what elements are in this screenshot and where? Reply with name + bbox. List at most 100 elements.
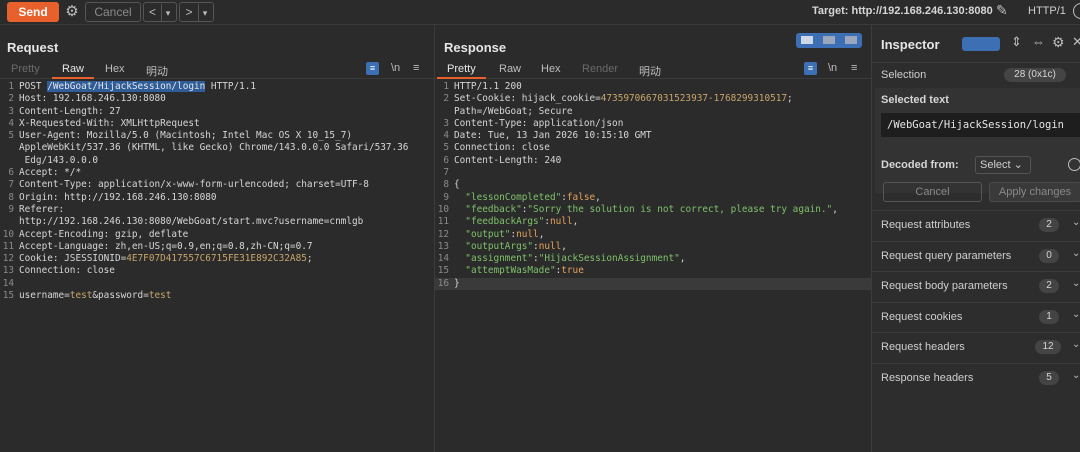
chevron-down-icon[interactable]: ⌄ — [1072, 248, 1080, 259]
menu-icon[interactable]: ≡ — [851, 62, 857, 74]
layout-side-by-side-icon[interactable] — [801, 36, 813, 44]
inspector-section-label: Request query parameters — [881, 249, 1012, 262]
inspector-cancel-button[interactable]: Cancel — [883, 182, 982, 202]
inspector-section-row[interactable]: Response headers 5 ⌄ — [872, 365, 1080, 393]
code-line[interactable]: 12 Cookie: JSESSIONID=4E7F07D417557C6715F… — [0, 253, 434, 265]
code-line[interactable]: http://192.168.246.130:8080/WebGoat/star… — [0, 216, 434, 228]
code-line[interactable]: 9 Referer: — [0, 204, 434, 216]
gear-icon[interactable]: ⚙ — [62, 2, 82, 22]
decoded-from-select[interactable]: Select ⌄ — [975, 156, 1031, 174]
inspector-section-row[interactable]: Request body parameters 2 ⌄ — [872, 273, 1080, 301]
code-line[interactable]: 14 — [0, 278, 434, 290]
add-decoding-icon[interactable] — [1068, 158, 1080, 171]
chevron-down-icon[interactable]: ⌄ — [1072, 309, 1080, 320]
code-line[interactable]: 14 "assignment":"HijackSessionAssignment… — [435, 253, 871, 265]
code-line[interactable]: 3 Content-Length: 27 — [0, 106, 434, 118]
inspector-close-icon[interactable]: ✕ — [1072, 34, 1080, 50]
code-line[interactable]: 2 Set-Cookie: hijack_cookie=4735970667031… — [435, 93, 871, 105]
code-token: null — [516, 228, 539, 240]
code-line[interactable]: 11 "feedbackArgs":null, — [435, 216, 871, 228]
code-line[interactable]: 1 POST /WebGoat/HijackSession/login HTTP/… — [0, 81, 434, 93]
code-line[interactable]: 1 HTTP/1.1 200 — [435, 81, 871, 93]
layout-toggle[interactable] — [796, 33, 862, 48]
chevron-down-icon: ⌄ — [1013, 159, 1023, 171]
send-button[interactable]: Send — [7, 2, 59, 22]
response-tab-render[interactable]: Render — [582, 63, 618, 75]
code-line[interactable]: 7 — [435, 167, 871, 179]
request-tab-actions[interactable]: 明动 — [146, 63, 168, 79]
code-line[interactable]: 6 Content-Length: 240 — [435, 155, 871, 167]
apply-changes-button[interactable]: Apply changes — [989, 182, 1080, 202]
count-badge: 2 — [1039, 279, 1059, 293]
code-line[interactable]: 3 Content-Type: application/json — [435, 118, 871, 130]
code-line[interactable]: 5 Connection: close — [435, 142, 871, 154]
help-icon[interactable] — [1073, 3, 1080, 19]
response-tab-hex[interactable]: Hex — [541, 63, 561, 75]
code-line[interactable]: 13 "outputArgs":null, — [435, 241, 871, 253]
request-tab-raw[interactable]: Raw — [51, 63, 95, 79]
inspector-settings-icon[interactable]: ⚙ — [1052, 34, 1065, 51]
chevron-down-icon[interactable]: ⌄ — [1072, 370, 1080, 381]
code-line[interactable]: Path=/WebGoat; Secure — [435, 106, 871, 118]
edit-target-icon[interactable]: ✎ — [996, 2, 1008, 19]
chevron-down-icon[interactable]: ⌄ — [1072, 278, 1080, 289]
inspector-section-row[interactable]: Request headers 12 ⌄ — [872, 334, 1080, 362]
code-line[interactable]: 2 Host: 192.168.246.130:8080 — [0, 93, 434, 105]
response-tab-pretty[interactable]: Pretty — [437, 63, 486, 79]
code-line[interactable]: 4 Date: Tue, 13 Jan 2026 10:15:10 GMT — [435, 130, 871, 142]
code-line[interactable]: 8 Origin: http://192.168.246.130:8080 — [0, 192, 434, 204]
request-tab-pretty[interactable]: Pretty — [11, 63, 40, 75]
code-line[interactable]: 16} — [435, 277, 871, 291]
newline-toggle-icon[interactable]: \n — [828, 62, 837, 74]
response-editor[interactable]: 1 HTTP/1.1 200 2 Set-Cookie: hijack_cookie=… — [435, 81, 871, 291]
code-line[interactable]: 12 "output":null, — [435, 229, 871, 241]
code-line[interactable]: 15 username=test&password=test — [0, 290, 434, 302]
cancel-button[interactable]: Cancel — [85, 2, 141, 22]
code-token: Mozilla/5.0 (Macintosh; Intel Mac OS X 1… — [86, 130, 353, 142]
code-line[interactable]: 8{ — [435, 179, 871, 191]
code-line[interactable]: 11 Accept-Language: zh,en-US;q=0.9,en;q=0… — [0, 241, 434, 253]
code-line[interactable]: 7 Content-Type: application/x-www-form-ur… — [0, 179, 434, 191]
back-button[interactable]: < ▾ — [143, 2, 177, 22]
request-editor[interactable]: 1 POST /WebGoat/HijackSession/login HTTP/… — [0, 81, 434, 302]
selected-text-box[interactable]: /WebGoat/HijackSession/login — [881, 113, 1080, 137]
layout-tabs-icon[interactable] — [845, 36, 857, 44]
wrap-lines-icon[interactable]: ≡ — [366, 62, 379, 75]
code-line[interactable]: 15 "attemptWasMade":true — [435, 265, 871, 277]
inspector-section-row[interactable]: Request cookies 1 ⌄ — [872, 304, 1080, 332]
response-tab-actions[interactable]: 明动 — [639, 63, 661, 79]
chevron-down-icon[interactable]: ⌄ — [1072, 217, 1080, 228]
http-version-label[interactable]: HTTP/1 — [1028, 5, 1066, 17]
newline-toggle-icon[interactable]: \n — [391, 62, 400, 74]
code-line[interactable]: 4 X-Requested-With: XMLHttpRequest — [0, 118, 434, 130]
code-line[interactable]: 10 "feedback":"Sorry the solution is not… — [435, 204, 871, 216]
layout-stacked-icon[interactable] — [823, 36, 835, 44]
code-line[interactable]: 13 Connection: close — [0, 265, 434, 277]
response-tab-raw[interactable]: Raw — [499, 63, 521, 75]
selected-text-label: Selected text — [881, 94, 949, 106]
menu-icon[interactable]: ≡ — [413, 62, 419, 74]
back-dropdown-icon[interactable]: ▾ — [161, 4, 174, 22]
inspector-layout-icon[interactable] — [962, 37, 1000, 51]
inspector-section-row[interactable]: Request query parameters 0 ⌄ — [872, 243, 1080, 271]
code-token: "HijackSessionAssignment" — [538, 253, 680, 265]
code-line[interactable]: AppleWebKit/537.36 (KHTML, like Gecko) C… — [0, 142, 434, 154]
code-line[interactable]: Edg/143.0.0.0 — [0, 155, 434, 167]
inspector-collapse-icon[interactable]: ⇕ — [1011, 34, 1022, 50]
code-line[interactable]: 5 User-Agent: Mozilla/5.0 (Macintosh; Int… — [0, 130, 434, 142]
forward-arrow-icon[interactable]: > — [180, 3, 198, 21]
forward-dropdown-icon[interactable]: ▾ — [198, 4, 211, 22]
inspector-expand-icon[interactable]: ⇔ — [1032, 34, 1045, 49]
code-line[interactable]: 6 Accept: */* — [0, 167, 434, 179]
back-arrow-icon[interactable]: < — [144, 3, 161, 21]
code-line[interactable]: 9 "lessonCompleted":false, — [435, 192, 871, 204]
request-tab-hex[interactable]: Hex — [105, 63, 125, 75]
selected-text-value: /WebGoat/HijackSession/login — [887, 119, 1065, 131]
wrap-lines-icon[interactable]: ≡ — [804, 62, 817, 75]
inspector-section-row[interactable]: Request attributes 2 ⌄ — [872, 212, 1080, 240]
code-token: HTTP/1.1 200 — [454, 81, 522, 92]
chevron-down-icon[interactable]: ⌄ — [1072, 339, 1080, 350]
code-line[interactable]: 10 Accept-Encoding: gzip, deflate — [0, 229, 434, 241]
forward-button[interactable]: > ▾ — [179, 2, 214, 22]
code-token: zh,en-US;q=0.9,en;q=0.8,zh-CN;q=0.7 — [114, 240, 313, 252]
